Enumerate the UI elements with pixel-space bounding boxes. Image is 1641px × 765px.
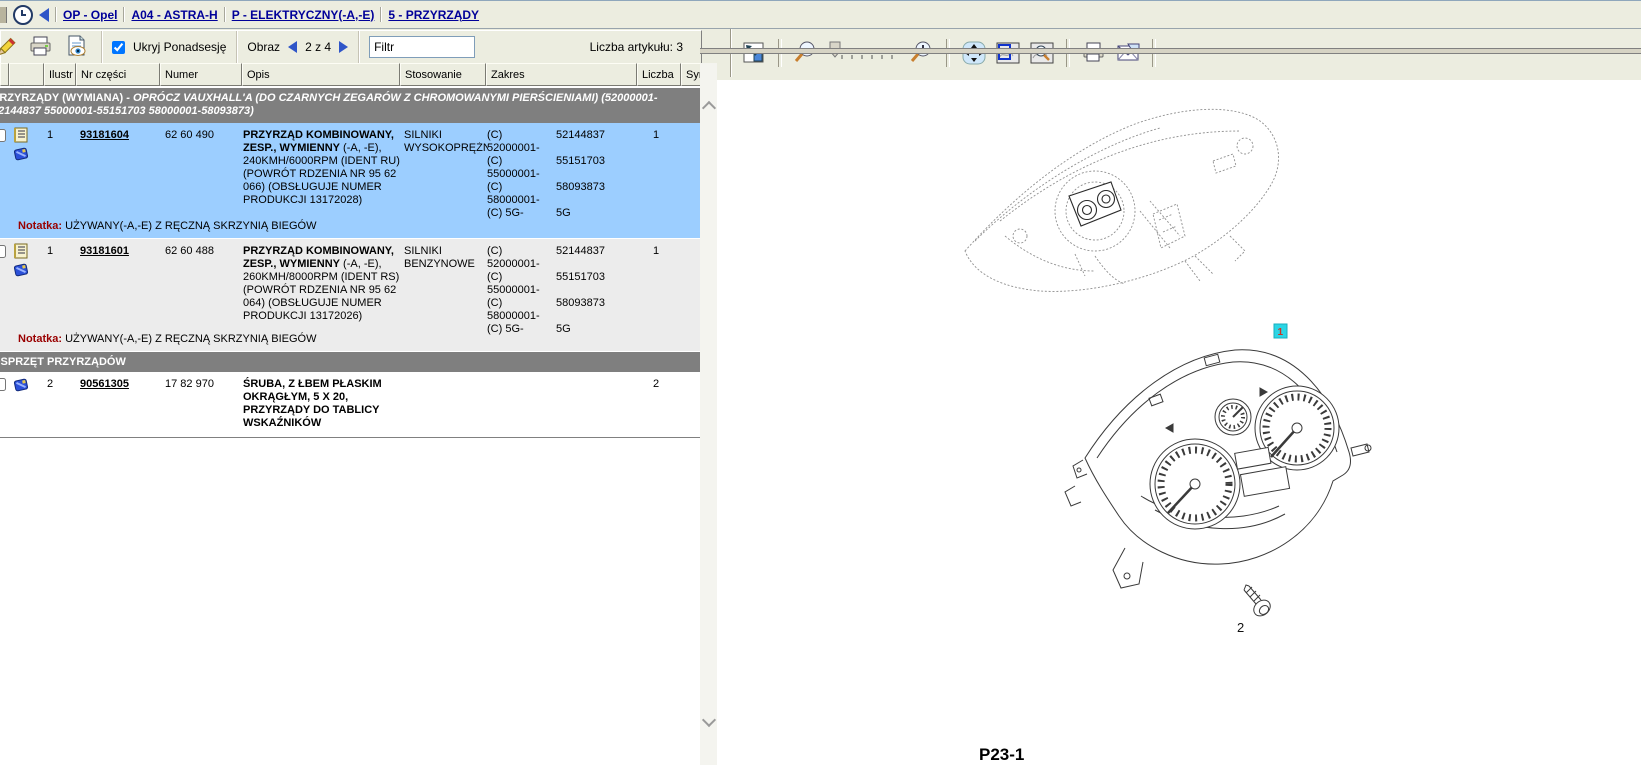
part-row-90561305[interactable]: 2 90561305 17 82 970 ŚRUBA, Z ŁBEM PŁASK… bbox=[0, 372, 700, 438]
parts-toolbar: Ukryj Ponadsesję Obraz 2 z 4 Liczba arty… bbox=[0, 30, 702, 64]
catalog-number: 17 82 970 bbox=[165, 378, 214, 391]
separator bbox=[55, 7, 57, 22]
col-header-numer[interactable]: Numer bbox=[160, 63, 242, 86]
col-header-opis[interactable]: Opis bbox=[242, 63, 400, 86]
quantity: 1 bbox=[653, 129, 659, 142]
callout-2-label[interactable]: 2 bbox=[1237, 620, 1244, 635]
print-preview-icon[interactable] bbox=[63, 33, 91, 61]
group-condition-line2: 52144837 55000001-55151703 58000001-5809… bbox=[0, 105, 694, 118]
notes-document-icon[interactable] bbox=[13, 243, 29, 259]
breadcrumb-item-model[interactable]: A04 - ASTRA-H bbox=[131, 8, 217, 22]
ilustr-ref: 1 bbox=[47, 245, 53, 258]
part-number-link[interactable]: 93181604 bbox=[80, 129, 129, 142]
note-label: Notatka: bbox=[18, 333, 62, 345]
note-label: Notatka: bbox=[18, 220, 62, 232]
hide-supersession-label: Ukryj Ponadsesję bbox=[133, 40, 226, 54]
description: ŚRUBA, Z ŁBEM PŁASKIM OKRĄGŁYM, 5 X 20, … bbox=[243, 378, 403, 430]
col-header-select[interactable] bbox=[0, 63, 9, 86]
breadcrumb-item-subgroup[interactable]: 5 - PRZYRZĄDY bbox=[388, 8, 479, 22]
scroll-up-icon[interactable] bbox=[702, 101, 716, 115]
callout-1-label: 1 bbox=[1278, 327, 1284, 338]
col-header-icons[interactable] bbox=[9, 63, 44, 86]
edit-pencil-icon[interactable] bbox=[0, 33, 19, 61]
history-clock-icon[interactable] bbox=[13, 5, 33, 25]
group-name: OSPRZĘT PRZYRZĄDÓW bbox=[0, 356, 694, 369]
catalog-book-icon[interactable] bbox=[13, 147, 29, 161]
application: SILNIKIWYSOKOPRĘŻNE bbox=[404, 129, 488, 155]
col-header-nr-czesci[interactable]: Nr części bbox=[76, 63, 160, 86]
note-text: UŻYWANY(-A,-E) Z RĘCZNĄ SKRZYNIĄ BIEGÓW bbox=[65, 333, 316, 345]
description: PRZYRZĄD KOMBINOWANY, ZESP., WYMIENNY (-… bbox=[243, 129, 403, 207]
image-label: Obraz bbox=[247, 40, 280, 54]
image-position: 2 z 4 bbox=[305, 40, 331, 54]
parts-table-header: Ilustr Nr części Numer Opis Stosowanie Z… bbox=[0, 63, 701, 88]
breadcrumb-item-group[interactable]: P - ELEKTRYCZNY(-A,-E) bbox=[232, 8, 375, 22]
col-header-liczba[interactable]: Liczba bbox=[637, 63, 681, 86]
row-checkbox[interactable] bbox=[0, 378, 6, 395]
hide-supersession-checkbox[interactable] bbox=[112, 41, 125, 54]
prev-image-icon[interactable] bbox=[288, 41, 297, 53]
group-header-osprzet: OSPRZĘT PRZYRZĄDÓW bbox=[0, 352, 700, 372]
scroll-down-icon[interactable] bbox=[702, 713, 716, 727]
row-note: Notatka: UŻYWANY(-A,-E) Z RĘCZNĄ SKRZYNI… bbox=[0, 217, 700, 238]
note-text: UŻYWANY(-A,-E) Z RĘCZNĄ SKRZYNIĄ BIEGÓW bbox=[65, 220, 316, 232]
catalog-number: 62 60 488 bbox=[165, 245, 214, 258]
row-checkbox[interactable] bbox=[0, 129, 6, 146]
col-header-syn[interactable]: Syn bbox=[681, 63, 701, 86]
col-header-stosowanie[interactable]: Stosowanie bbox=[400, 63, 486, 86]
separator bbox=[123, 7, 125, 22]
quantity: 1 bbox=[653, 245, 659, 258]
separator bbox=[380, 7, 382, 22]
col-header-ilustr[interactable]: Ilustr bbox=[44, 63, 76, 86]
group-condition: - OPRÓCZ VAUXHALL'A (DO CZARNYCH ZEGARÓW… bbox=[123, 92, 657, 104]
group-name: PRZYRZĄDY (WYMIANA) bbox=[0, 92, 123, 104]
application: SILNIKIBENZYNOWE bbox=[404, 245, 488, 271]
filter-input[interactable] bbox=[369, 36, 475, 58]
breadcrumb-item-brand[interactable]: OP - Opel bbox=[63, 8, 117, 22]
parts-list-scrollbar[interactable] bbox=[700, 63, 717, 765]
part-row-93181604[interactable]: 1 93181604 62 60 490 PRZYRZĄD KOMBINOWAN… bbox=[0, 123, 700, 239]
article-count: Liczba artykułu: 3 bbox=[590, 40, 683, 54]
callout-1-marker[interactable]: 1 bbox=[1274, 324, 1287, 338]
range: (C) 52000001-52144837 (C) 55000001-55151… bbox=[487, 129, 652, 220]
breadcrumb-bar: OP - Opel A04 - ASTRA-H P - ELEKTRYCZNY(… bbox=[0, 0, 1641, 30]
part-row-93181601[interactable]: 1 93181601 62 60 488 PRZYRZĄD KOMBINOWAN… bbox=[0, 239, 700, 352]
part-number-link[interactable]: 90561305 bbox=[80, 378, 129, 391]
clipped-left-icon bbox=[0, 7, 7, 23]
quantity: 2 bbox=[653, 378, 659, 391]
group-header-przyrzady: PRZYRZĄDY (WYMIANA) - OPRÓCZ VAUXHALL'A … bbox=[0, 88, 700, 123]
viewer-top-separator bbox=[700, 48, 1641, 54]
catalog-number: 62 60 490 bbox=[165, 129, 214, 142]
next-image-icon[interactable] bbox=[339, 41, 348, 53]
ilustr-ref: 2 bbox=[47, 378, 53, 391]
page-ref-label: P23-1 bbox=[979, 745, 1024, 764]
description-bold: ŚRUBA, Z ŁBEM PŁASKIM OKRĄGŁYM, 5 X 20, … bbox=[243, 378, 382, 429]
catalog-book-icon[interactable] bbox=[13, 263, 29, 277]
row-checkbox[interactable] bbox=[0, 245, 6, 262]
description: PRZYRZĄD KOMBINOWANY, ZESP., WYMIENNY (-… bbox=[243, 245, 403, 323]
ilustr-ref: 1 bbox=[47, 129, 53, 142]
parts-table-body: PRZYRZĄDY (WYMIANA) - OPRÓCZ VAUXHALL'A … bbox=[0, 88, 700, 765]
print-icon[interactable] bbox=[27, 33, 55, 61]
part-number-link[interactable]: 93181601 bbox=[80, 245, 129, 258]
separator bbox=[224, 7, 226, 22]
notes-document-icon[interactable] bbox=[13, 127, 29, 143]
catalog-book-icon[interactable] bbox=[13, 378, 29, 392]
range: (C) 52000001-52144837 (C) 55000001-55151… bbox=[487, 245, 652, 336]
illustration-viewer[interactable]: 1 2 P23-1 bbox=[717, 84, 1641, 765]
col-header-zakres[interactable]: Zakres bbox=[486, 63, 637, 86]
epc-window: OP - Opel A04 - ASTRA-H P - ELEKTRYCZNY(… bbox=[0, 0, 1641, 765]
back-arrow-icon[interactable] bbox=[39, 8, 49, 22]
